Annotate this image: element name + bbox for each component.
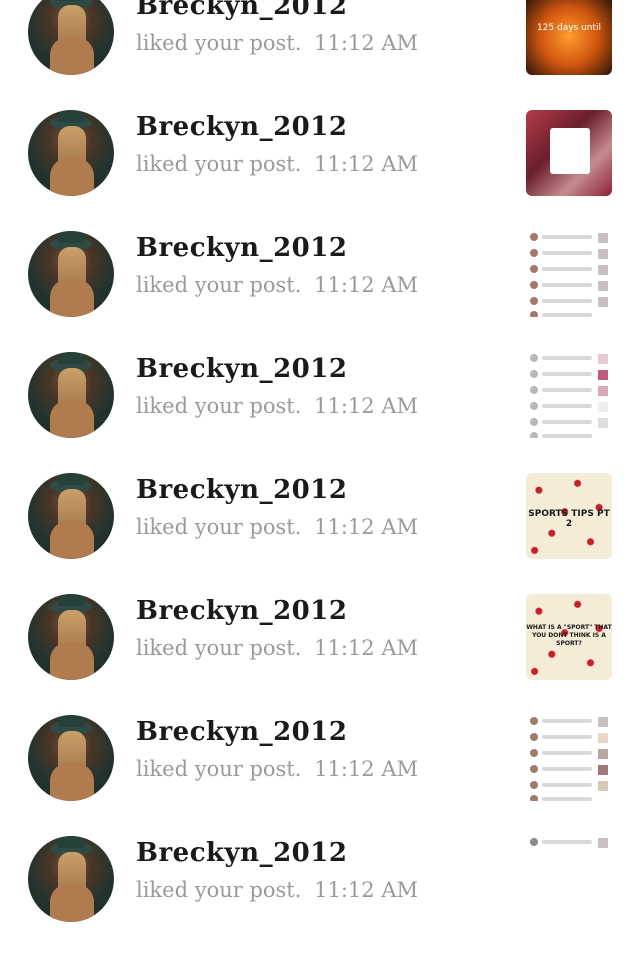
username[interactable]: Breckyn_2012 bbox=[136, 475, 347, 505]
username[interactable]: Breckyn_2012 bbox=[136, 717, 347, 747]
notification-row[interactable]: Breckyn_2012 liked your post. 11:12 AM bbox=[0, 110, 640, 231]
thumbnail-text: WHAT IS A "SPORT" THAT YOU DONT THINK IS… bbox=[526, 624, 612, 647]
username[interactable]: Breckyn_2012 bbox=[136, 354, 347, 384]
action-text: liked your post. bbox=[136, 31, 302, 55]
notification-text: liked your post. 11:12 AM bbox=[136, 757, 418, 781]
notification-row[interactable]: Breckyn_2012 liked your post. 11:12 AM bbox=[0, 231, 640, 352]
notification-text: liked your post. 11:12 AM bbox=[136, 152, 418, 176]
notification-row[interactable]: Breckyn_2012 liked your post. 11:12 AM 1… bbox=[0, 0, 640, 110]
thumbnail-text: SPORTS TIPS PT 2 bbox=[528, 509, 610, 529]
post-thumbnail[interactable] bbox=[526, 110, 612, 196]
timestamp: 11:12 AM bbox=[314, 273, 418, 297]
action-text: liked your post. bbox=[136, 394, 302, 418]
username[interactable]: Breckyn_2012 bbox=[136, 0, 347, 21]
avatar[interactable] bbox=[28, 352, 114, 438]
notification-row[interactable]: Breckyn_2012 liked your post. 11:12 AM S… bbox=[0, 473, 640, 594]
username[interactable]: Breckyn_2012 bbox=[136, 596, 347, 626]
post-thumbnail[interactable]: 125 days until bbox=[526, 0, 612, 75]
avatar[interactable] bbox=[28, 836, 114, 922]
avatar[interactable] bbox=[28, 715, 114, 801]
timestamp: 11:12 AM bbox=[314, 394, 418, 418]
post-thumbnail[interactable] bbox=[526, 836, 612, 922]
notification-text: liked your post. 11:12 AM bbox=[136, 515, 418, 539]
notification-text: liked your post. 11:12 AM bbox=[136, 31, 418, 55]
username[interactable]: Breckyn_2012 bbox=[136, 112, 347, 142]
notification-row[interactable]: Breckyn_2012 liked your post. 11:12 AM W… bbox=[0, 594, 640, 715]
post-thumbnail[interactable]: WHAT IS A "SPORT" THAT YOU DONT THINK IS… bbox=[526, 594, 612, 680]
action-text: liked your post. bbox=[136, 636, 302, 660]
notifications-list: Breckyn_2012 liked your post. 11:12 AM 1… bbox=[0, 0, 640, 922]
action-text: liked your post. bbox=[136, 152, 302, 176]
avatar[interactable] bbox=[28, 594, 114, 680]
action-text: liked your post. bbox=[136, 273, 302, 297]
avatar[interactable] bbox=[28, 0, 114, 75]
timestamp: 11:12 AM bbox=[314, 152, 418, 176]
thumbnail-text: 125 days until bbox=[536, 23, 602, 33]
notification-row[interactable]: Breckyn_2012 liked your post. 11:12 AM bbox=[0, 715, 640, 836]
username[interactable]: Breckyn_2012 bbox=[136, 838, 347, 868]
notification-text: liked your post. 11:12 AM bbox=[136, 636, 418, 660]
avatar[interactable] bbox=[28, 231, 114, 317]
post-thumbnail[interactable] bbox=[526, 352, 612, 438]
notification-row[interactable]: Breckyn_2012 liked your post. 11:12 AM bbox=[0, 352, 640, 473]
timestamp: 11:12 AM bbox=[314, 757, 418, 781]
action-text: liked your post. bbox=[136, 757, 302, 781]
action-text: liked your post. bbox=[136, 878, 302, 902]
notification-text: liked your post. 11:12 AM bbox=[136, 394, 418, 418]
post-thumbnail[interactable] bbox=[526, 715, 612, 801]
post-thumbnail[interactable] bbox=[526, 231, 612, 317]
timestamp: 11:12 AM bbox=[314, 636, 418, 660]
username[interactable]: Breckyn_2012 bbox=[136, 233, 347, 263]
notification-text: liked your post. 11:12 AM bbox=[136, 878, 418, 902]
timestamp: 11:12 AM bbox=[314, 515, 418, 539]
notification-text: liked your post. 11:12 AM bbox=[136, 273, 418, 297]
avatar[interactable] bbox=[28, 110, 114, 196]
timestamp: 11:12 AM bbox=[314, 31, 418, 55]
avatar[interactable] bbox=[28, 473, 114, 559]
notification-row[interactable]: Breckyn_2012 liked your post. 11:12 AM bbox=[0, 836, 640, 957]
action-text: liked your post. bbox=[136, 515, 302, 539]
timestamp: 11:12 AM bbox=[314, 878, 418, 902]
post-thumbnail[interactable]: SPORTS TIPS PT 2 bbox=[526, 473, 612, 559]
